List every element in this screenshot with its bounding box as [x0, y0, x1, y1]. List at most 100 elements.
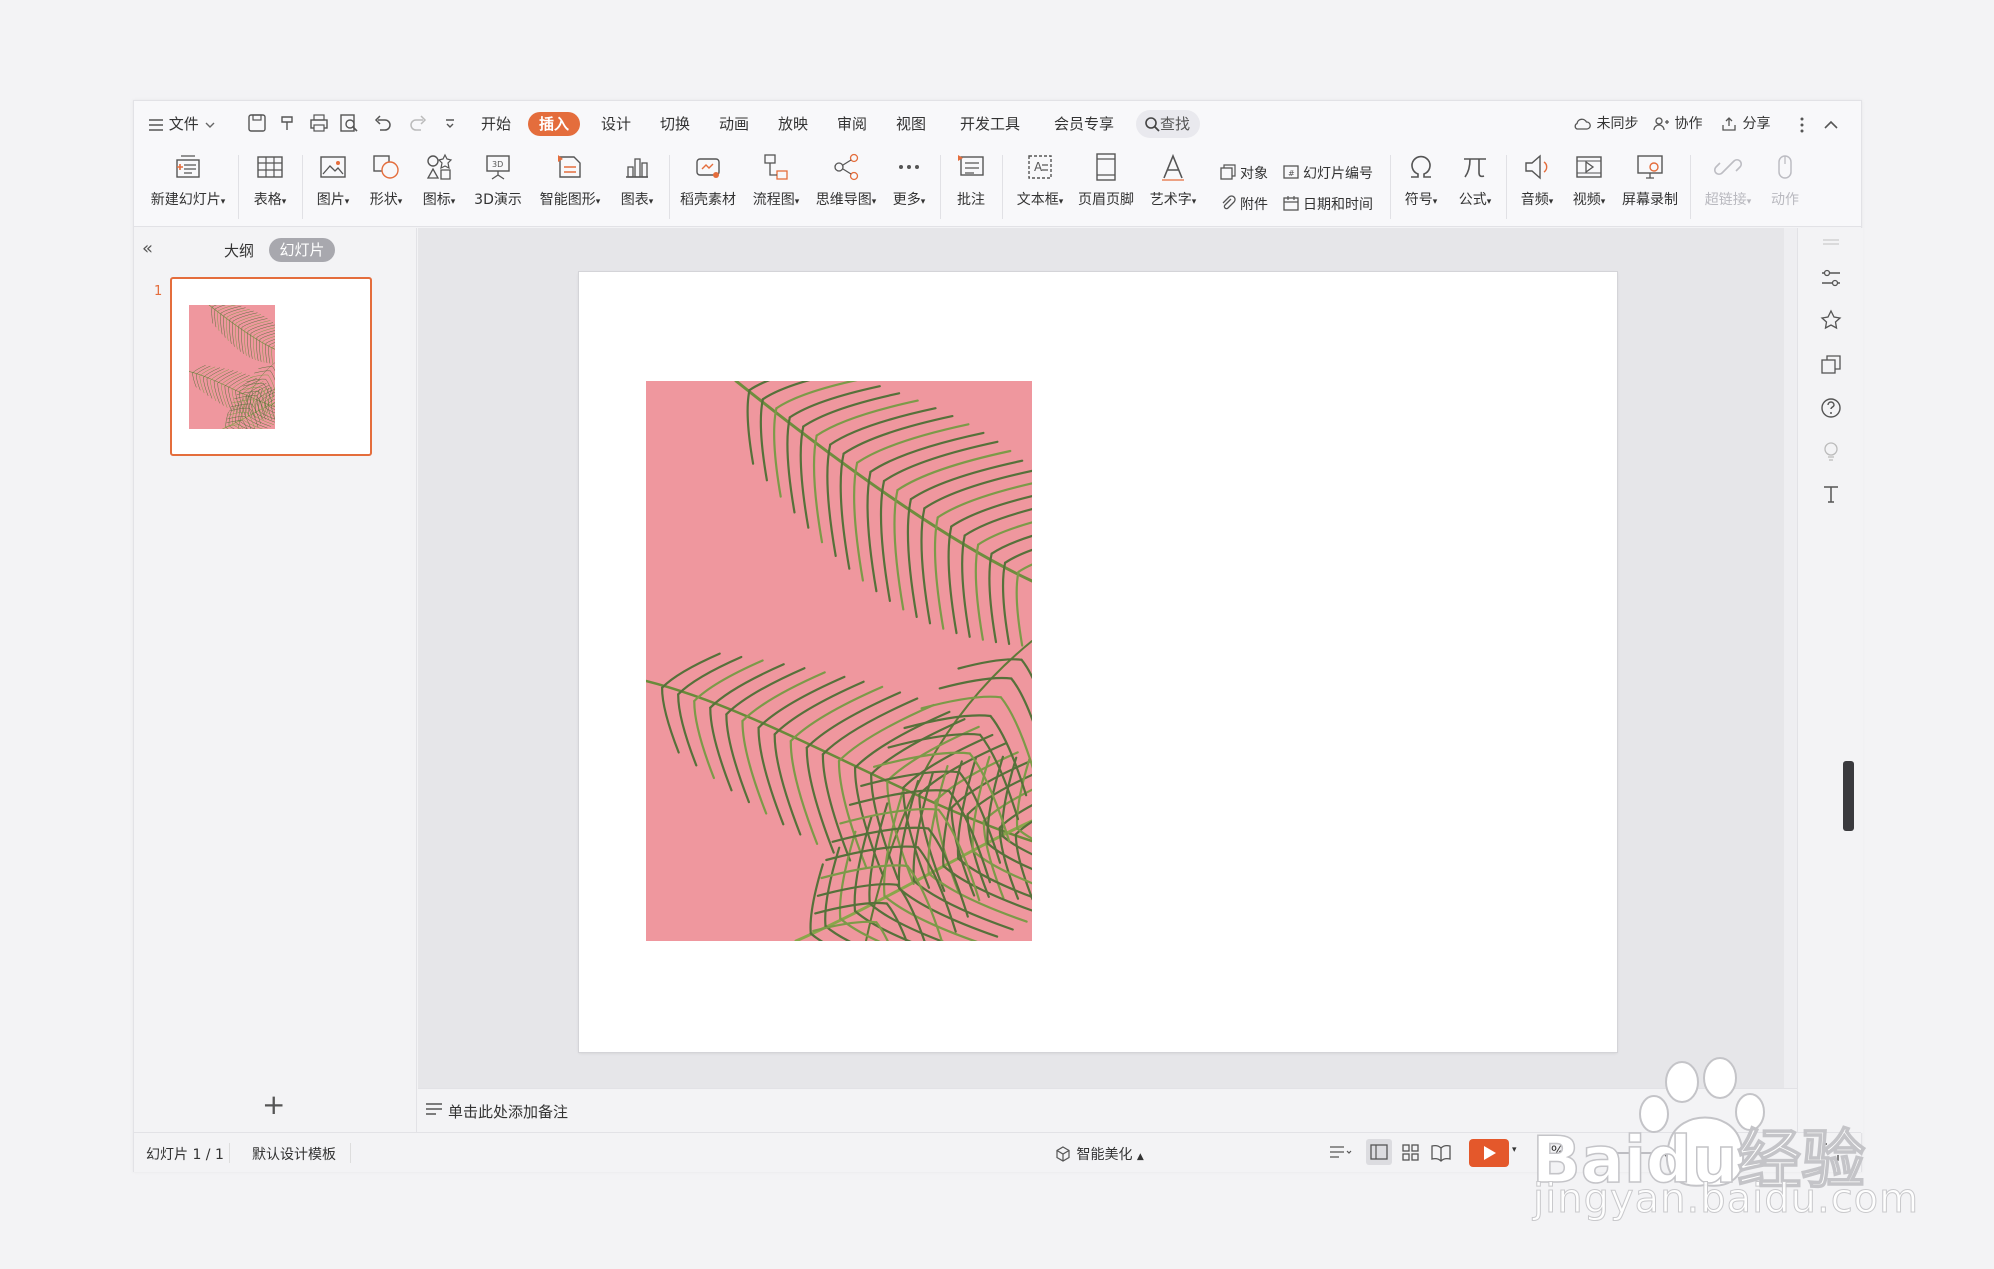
- icon-button[interactable]: 图标▾: [416, 151, 462, 209]
- tab-design[interactable]: 设计: [601, 112, 631, 136]
- template-name[interactable]: 默认设计模板: [252, 1144, 336, 1164]
- file-menu[interactable]: 文件: [148, 111, 216, 137]
- drag-handle-icon[interactable]: [1818, 232, 1844, 258]
- shape-icon: [373, 155, 399, 179]
- tab-insert[interactable]: 插入: [528, 112, 581, 136]
- action-label: 动作: [1771, 192, 1799, 208]
- vertical-scrollbar[interactable]: [1784, 228, 1797, 1088]
- 3d-demo-button[interactable]: 3D 3D演示: [470, 151, 526, 209]
- slide-editing-area: [418, 228, 1797, 1088]
- tab-outline[interactable]: 大纲: [224, 240, 254, 261]
- play-slideshow-button[interactable]: [1469, 1139, 1509, 1167]
- customize-toolbar-icon[interactable]: [443, 113, 457, 131]
- textbox-button[interactable]: A 文本框▾: [1010, 151, 1070, 209]
- adjust-icon[interactable]: [1818, 265, 1844, 291]
- more-button[interactable]: 更多▾: [886, 151, 932, 209]
- tab-review[interactable]: 审阅: [837, 112, 867, 136]
- flowchart-button[interactable]: 流程图▾: [746, 151, 806, 209]
- date-time-button[interactable]: 日期和时间: [1282, 194, 1373, 214]
- hyperlink-button[interactable]: 超链接▾: [1698, 151, 1758, 209]
- redo-icon[interactable]: [408, 113, 430, 131]
- tab-home[interactable]: 开始: [481, 112, 511, 136]
- palm-leaves-photo[interactable]: [646, 381, 1032, 941]
- formula-button[interactable]: 公式▾: [1452, 151, 1498, 209]
- undo-icon[interactable]: [371, 113, 393, 131]
- thumbnail-number: 1: [154, 284, 163, 299]
- format-painter-icon[interactable]: [277, 113, 299, 131]
- wordart-icon: [1162, 153, 1184, 181]
- zoom-level[interactable]: 0%: [1542, 1144, 1564, 1160]
- notes-bar[interactable]: 单击此处添加备注: [418, 1088, 1797, 1132]
- smart-graphic-button[interactable]: 智能图形▾: [532, 151, 608, 209]
- text-tool-icon[interactable]: [1818, 481, 1844, 507]
- comment-button[interactable]: 批注: [948, 151, 994, 209]
- table-button[interactable]: 表格▾: [247, 151, 293, 209]
- collapse-panel-icon[interactable]: «: [142, 238, 153, 259]
- status-bar: 幻灯片 1 / 1 默认设计模板 智能美化 ▲ ▾ 0%: [134, 1132, 1861, 1172]
- table-icon: [257, 156, 283, 178]
- shape-button[interactable]: 形状▾: [363, 151, 409, 209]
- slide-number-label: 幻灯片编号: [1303, 166, 1373, 182]
- symbol-button[interactable]: 符号▾: [1398, 151, 1444, 209]
- panel-expand-handle[interactable]: [1843, 761, 1854, 831]
- slide-number-button[interactable]: # 幻灯片编号: [1282, 163, 1373, 183]
- fit-window-icon[interactable]: [1819, 1141, 1841, 1167]
- attachment-label: 附件: [1240, 197, 1268, 213]
- daoke-material-button[interactable]: 稻壳素材: [676, 151, 740, 209]
- audio-button[interactable]: 音频▾: [1514, 151, 1560, 209]
- picture-button[interactable]: 图片▾: [310, 151, 356, 209]
- smart-beautify-button[interactable]: 智能美化 ▲: [1054, 1144, 1144, 1164]
- formula-label: 公式: [1458, 192, 1487, 208]
- attachment-button[interactable]: 附件: [1219, 194, 1268, 214]
- tab-slides[interactable]: 幻灯片: [269, 238, 335, 262]
- help-icon[interactable]: [1818, 395, 1844, 421]
- action-button[interactable]: 动作: [1762, 151, 1808, 209]
- normal-view-icon[interactable]: [1366, 1139, 1392, 1165]
- chart-button[interactable]: 图表▾: [614, 151, 660, 209]
- sync-status[interactable]: 未同步: [1572, 111, 1638, 137]
- zoom-slider-thumb[interactable]: [1664, 1145, 1678, 1159]
- mindmap-button[interactable]: 思维导图▾: [810, 151, 882, 209]
- object-button[interactable]: 对象: [1219, 163, 1268, 183]
- tab-slideshow[interactable]: 放映: [778, 112, 808, 136]
- icon-library-icon: [426, 153, 453, 180]
- lightbulb-icon[interactable]: [1818, 438, 1844, 464]
- video-button[interactable]: 视频▾: [1566, 151, 1612, 209]
- collaborate-button[interactable]: 协作: [1652, 111, 1702, 137]
- add-slide-button[interactable]: +: [262, 1088, 285, 1121]
- slide-canvas[interactable]: [579, 272, 1617, 1052]
- slide-thumbnail[interactable]: [170, 277, 372, 456]
- print-icon[interactable]: [308, 113, 330, 132]
- tab-view[interactable]: 视图: [896, 112, 926, 136]
- link-icon: [1713, 158, 1743, 176]
- star-pin-icon[interactable]: [1818, 308, 1844, 334]
- play-options-chevron-icon[interactable]: ▾: [1512, 1145, 1517, 1155]
- copy-format-icon[interactable]: [1818, 352, 1844, 378]
- print-preview-icon[interactable]: [338, 113, 360, 132]
- notes-toggle-icon[interactable]: [1327, 1141, 1353, 1167]
- new-slide-button[interactable]: 新建幻灯片▾: [146, 151, 230, 209]
- mindmap-icon: [834, 153, 859, 181]
- reading-view-icon[interactable]: [1428, 1139, 1454, 1169]
- header-footer-button[interactable]: 页眉页脚: [1074, 151, 1138, 209]
- screen-record-button[interactable]: 屏幕录制: [1618, 151, 1682, 209]
- tab-developer[interactable]: 开发工具: [960, 112, 1020, 136]
- share-button[interactable]: 分享: [1720, 111, 1770, 137]
- shape-label: 形状: [369, 192, 398, 208]
- tab-member[interactable]: 会员专享: [1054, 112, 1114, 136]
- tab-animations[interactable]: 动画: [719, 112, 749, 136]
- tab-transitions[interactable]: 切换: [660, 112, 690, 136]
- share-label: 分享: [1742, 116, 1771, 132]
- svg-text:A: A: [1034, 160, 1043, 174]
- collapse-ribbon-icon[interactable]: [1822, 111, 1840, 137]
- search-box[interactable]: 查找: [1136, 110, 1200, 138]
- object-label: 对象: [1240, 166, 1268, 182]
- grid-view-icon[interactable]: [1398, 1139, 1424, 1169]
- 3d-demo-label: 3D演示: [474, 192, 522, 208]
- wordart-button[interactable]: 艺术字▾: [1144, 151, 1202, 209]
- mouse-icon: [1778, 155, 1792, 179]
- notes-placeholder: 单击此处添加备注: [448, 1103, 569, 1121]
- save-icon[interactable]: [246, 113, 268, 132]
- cloud-icon: [1572, 116, 1592, 132]
- more-options-icon[interactable]: [1799, 111, 1805, 137]
